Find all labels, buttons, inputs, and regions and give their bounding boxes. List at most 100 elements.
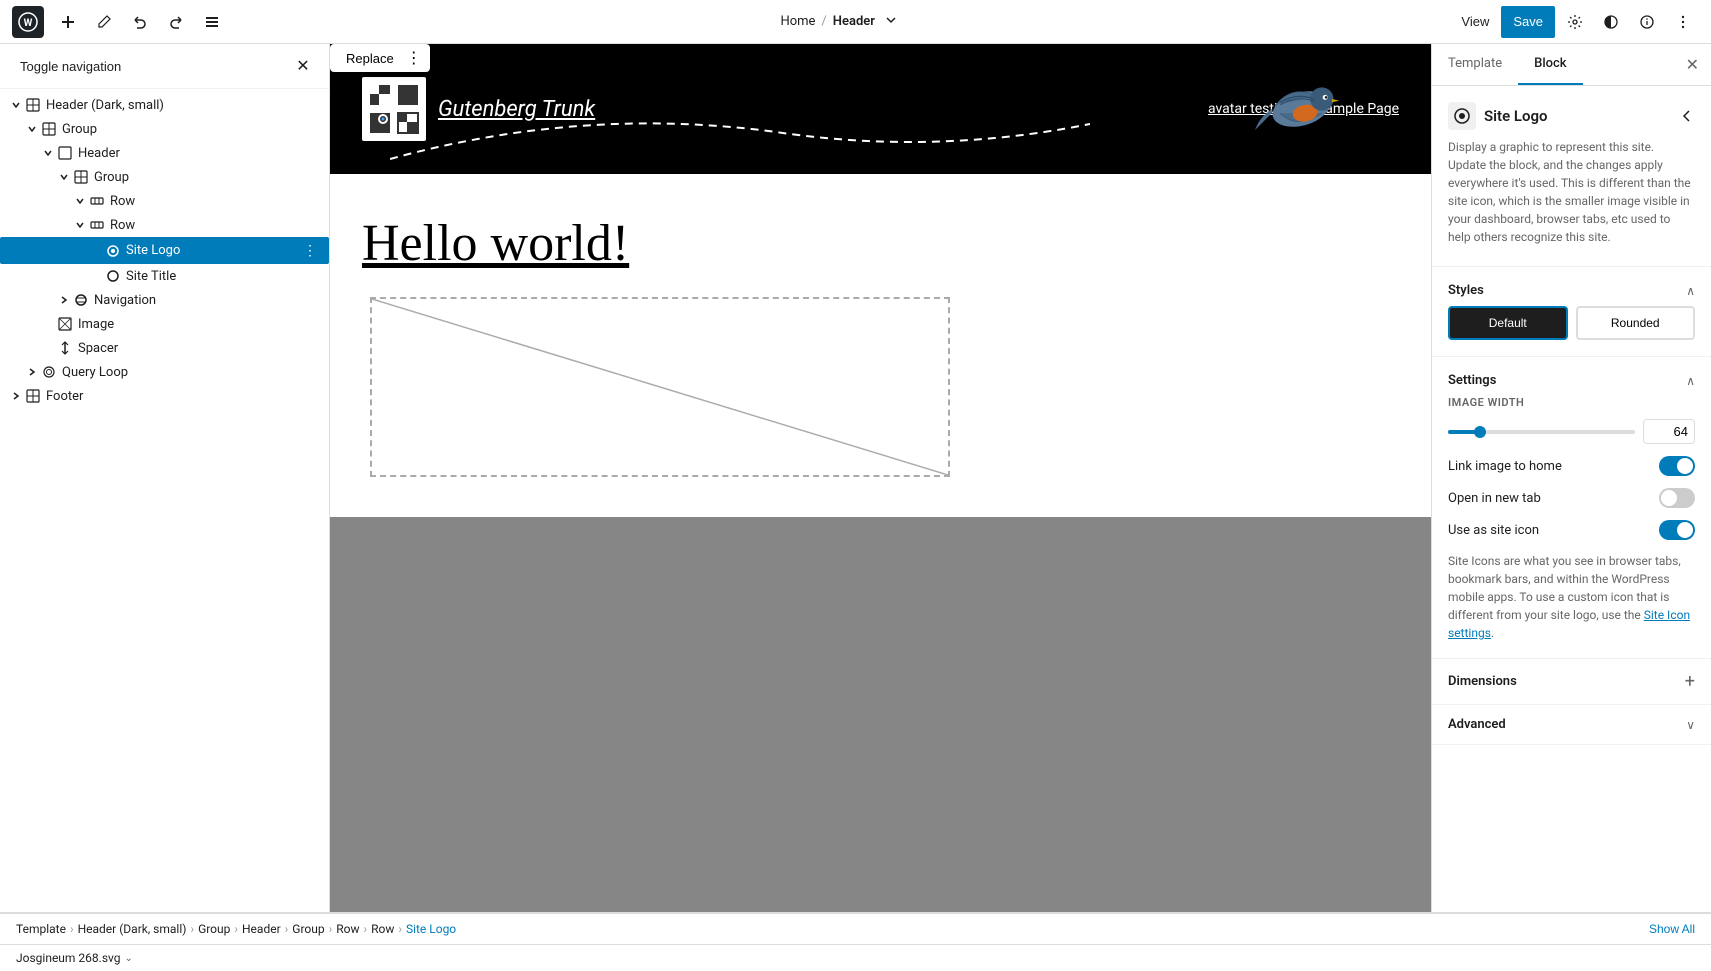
expand-button-group-1[interactable] bbox=[24, 121, 40, 137]
bottom-font-bar: Josgineum 268.svg ⌄ bbox=[0, 944, 1711, 971]
breadcrumb-chevron-button[interactable] bbox=[881, 12, 901, 31]
tree-item-group-1[interactable]: Group bbox=[0, 117, 329, 141]
settings-gear-button[interactable] bbox=[1559, 6, 1591, 38]
style-default-button[interactable]: Default bbox=[1448, 306, 1568, 340]
settings-collapse-button[interactable]: ∧ bbox=[1686, 374, 1695, 388]
show-all-button[interactable]: Show All bbox=[1649, 922, 1695, 936]
expand-button-navigation[interactable] bbox=[56, 292, 72, 308]
breadcrumb-sep-4: › bbox=[329, 922, 333, 936]
advanced-section[interactable]: Advanced ∨ bbox=[1432, 705, 1711, 745]
site-content: Hello world! bbox=[330, 174, 1431, 517]
tree-item-header-dark-small[interactable]: Header (Dark, small) bbox=[0, 93, 329, 117]
styles-label: Styles bbox=[1448, 283, 1484, 298]
breadcrumb-item-4[interactable]: Group bbox=[292, 922, 324, 936]
tree-item-group-2[interactable]: Group bbox=[0, 165, 329, 189]
dimensions-label: Dimensions bbox=[1448, 674, 1517, 689]
redo-button[interactable] bbox=[160, 6, 192, 38]
breadcrumb-sep-2: › bbox=[234, 922, 238, 936]
item-icon-header-dark-small bbox=[24, 96, 42, 114]
breadcrumb-current[interactable]: Header bbox=[833, 14, 875, 29]
tree-item-site-logo[interactable]: Site Logo⋮ bbox=[0, 237, 329, 264]
sidebar-header: Toggle navigation ✕ bbox=[0, 44, 329, 89]
main-area: Toggle navigation ✕ Header (Dark, small)… bbox=[0, 44, 1711, 912]
breadcrumb-item-2[interactable]: Group bbox=[198, 922, 230, 936]
font-bar-item[interactable]: Josgineum 268.svg ⌄ bbox=[16, 951, 133, 965]
dimensions-add-icon[interactable]: + bbox=[1685, 671, 1695, 692]
breadcrumb-item-0[interactable]: Template bbox=[16, 922, 66, 936]
tree-item-query-loop[interactable]: Query Loop bbox=[0, 360, 329, 384]
view-button[interactable]: View bbox=[1453, 10, 1497, 33]
expand-button-footer[interactable] bbox=[8, 388, 24, 404]
block-tree: Header (Dark, small)GroupHeaderGroupRowR… bbox=[0, 89, 329, 912]
block-name: Site Logo bbox=[1484, 107, 1548, 125]
item-options-site-logo[interactable]: ⋮ bbox=[299, 240, 321, 261]
tree-item-navigation[interactable]: Navigation bbox=[0, 288, 329, 312]
wp-logo[interactable]: W bbox=[12, 6, 44, 38]
block-icon bbox=[1448, 102, 1476, 130]
breadcrumb-item-1[interactable]: Header (Dark, small) bbox=[78, 922, 187, 936]
expand-button-query-loop[interactable] bbox=[24, 364, 40, 380]
style-rounded-button[interactable]: Rounded bbox=[1576, 306, 1696, 340]
undo-button[interactable] bbox=[124, 6, 156, 38]
hello-world-heading: Hello world! bbox=[362, 214, 1399, 273]
expand-button-site-logo bbox=[88, 243, 104, 259]
expand-button-row-1[interactable] bbox=[72, 193, 88, 209]
breadcrumb-item-3[interactable]: Header bbox=[242, 922, 281, 936]
item-icon-site-title bbox=[104, 267, 122, 285]
item-icon-row-2 bbox=[88, 216, 106, 234]
replace-button[interactable]: Replace bbox=[338, 49, 402, 68]
dimensions-section[interactable]: Dimensions + bbox=[1432, 659, 1711, 705]
link-image-toggle[interactable] bbox=[1659, 456, 1695, 476]
tree-item-site-title[interactable]: Site Title bbox=[0, 264, 329, 288]
dotted-content-box bbox=[370, 297, 950, 477]
item-icon-footer bbox=[24, 387, 42, 405]
image-width-input[interactable] bbox=[1643, 419, 1695, 444]
block-description: Display a graphic to represent this site… bbox=[1448, 138, 1695, 246]
toggle-navigation-button[interactable]: Toggle navigation bbox=[12, 55, 129, 78]
expand-button-header-dark-small[interactable] bbox=[8, 97, 24, 113]
block-more-options-button[interactable]: ⋮ bbox=[406, 48, 422, 68]
settings-section-header: Settings ∧ bbox=[1448, 373, 1695, 388]
breadcrumb-home[interactable]: Home bbox=[780, 14, 815, 29]
sidebar-close-button[interactable]: ✕ bbox=[289, 52, 317, 80]
tree-item-row-2[interactable]: Row bbox=[0, 213, 329, 237]
tree-item-header-1[interactable]: Header bbox=[0, 141, 329, 165]
block-title-area: Site Logo bbox=[1448, 102, 1695, 130]
item-label-header-1: Header bbox=[78, 146, 120, 161]
breadcrumb-sep-0: › bbox=[70, 922, 74, 936]
edit-button[interactable] bbox=[88, 6, 120, 38]
add-block-button[interactable] bbox=[52, 6, 84, 38]
expand-button-group-2[interactable] bbox=[56, 169, 72, 185]
tree-item-row-1[interactable]: Row bbox=[0, 189, 329, 213]
expand-button-row-2[interactable] bbox=[72, 217, 88, 233]
info-button[interactable] bbox=[1631, 6, 1663, 38]
image-width-slider[interactable] bbox=[1448, 430, 1635, 434]
panel-close-button[interactable]: ✕ bbox=[1674, 47, 1711, 83]
use-site-icon-row: Use as site icon bbox=[1448, 520, 1695, 540]
tab-block[interactable]: Block bbox=[1518, 44, 1582, 85]
theme-toggle-button[interactable] bbox=[1595, 6, 1627, 38]
site-logo-image[interactable] bbox=[362, 77, 426, 141]
tab-template[interactable]: Template bbox=[1432, 44, 1518, 85]
breadcrumb-item-6[interactable]: Row bbox=[371, 922, 394, 936]
top-toolbar: W Home / Header View Save bbox=[0, 0, 1711, 44]
save-button[interactable]: Save bbox=[1501, 6, 1555, 38]
open-new-tab-label: Open in new tab bbox=[1448, 491, 1541, 506]
open-new-tab-toggle[interactable] bbox=[1659, 488, 1695, 508]
replace-toolbar: Replace ⋮ bbox=[330, 44, 430, 72]
list-view-button[interactable] bbox=[196, 6, 228, 38]
tree-item-spacer[interactable]: Spacer bbox=[0, 336, 329, 360]
expand-button-header-1[interactable] bbox=[40, 145, 56, 161]
styles-row: Default Rounded bbox=[1448, 306, 1695, 340]
styles-collapse-button[interactable]: ∧ bbox=[1686, 284, 1695, 298]
use-site-icon-toggle[interactable] bbox=[1659, 520, 1695, 540]
canvas: Replace ⋮ bbox=[330, 44, 1431, 912]
site-header: Gutenberg Trunk avatar testing Sample Pa… bbox=[330, 44, 1431, 174]
settings-label: Settings bbox=[1448, 373, 1496, 388]
item-label-group-2: Group bbox=[94, 170, 129, 185]
breadcrumb-item-5[interactable]: Row bbox=[336, 922, 359, 936]
font-name: Josgineum 268.svg bbox=[16, 951, 120, 965]
tree-item-footer[interactable]: Footer bbox=[0, 384, 329, 408]
tree-item-image[interactable]: Image bbox=[0, 312, 329, 336]
overflow-menu-button[interactable] bbox=[1667, 6, 1699, 38]
